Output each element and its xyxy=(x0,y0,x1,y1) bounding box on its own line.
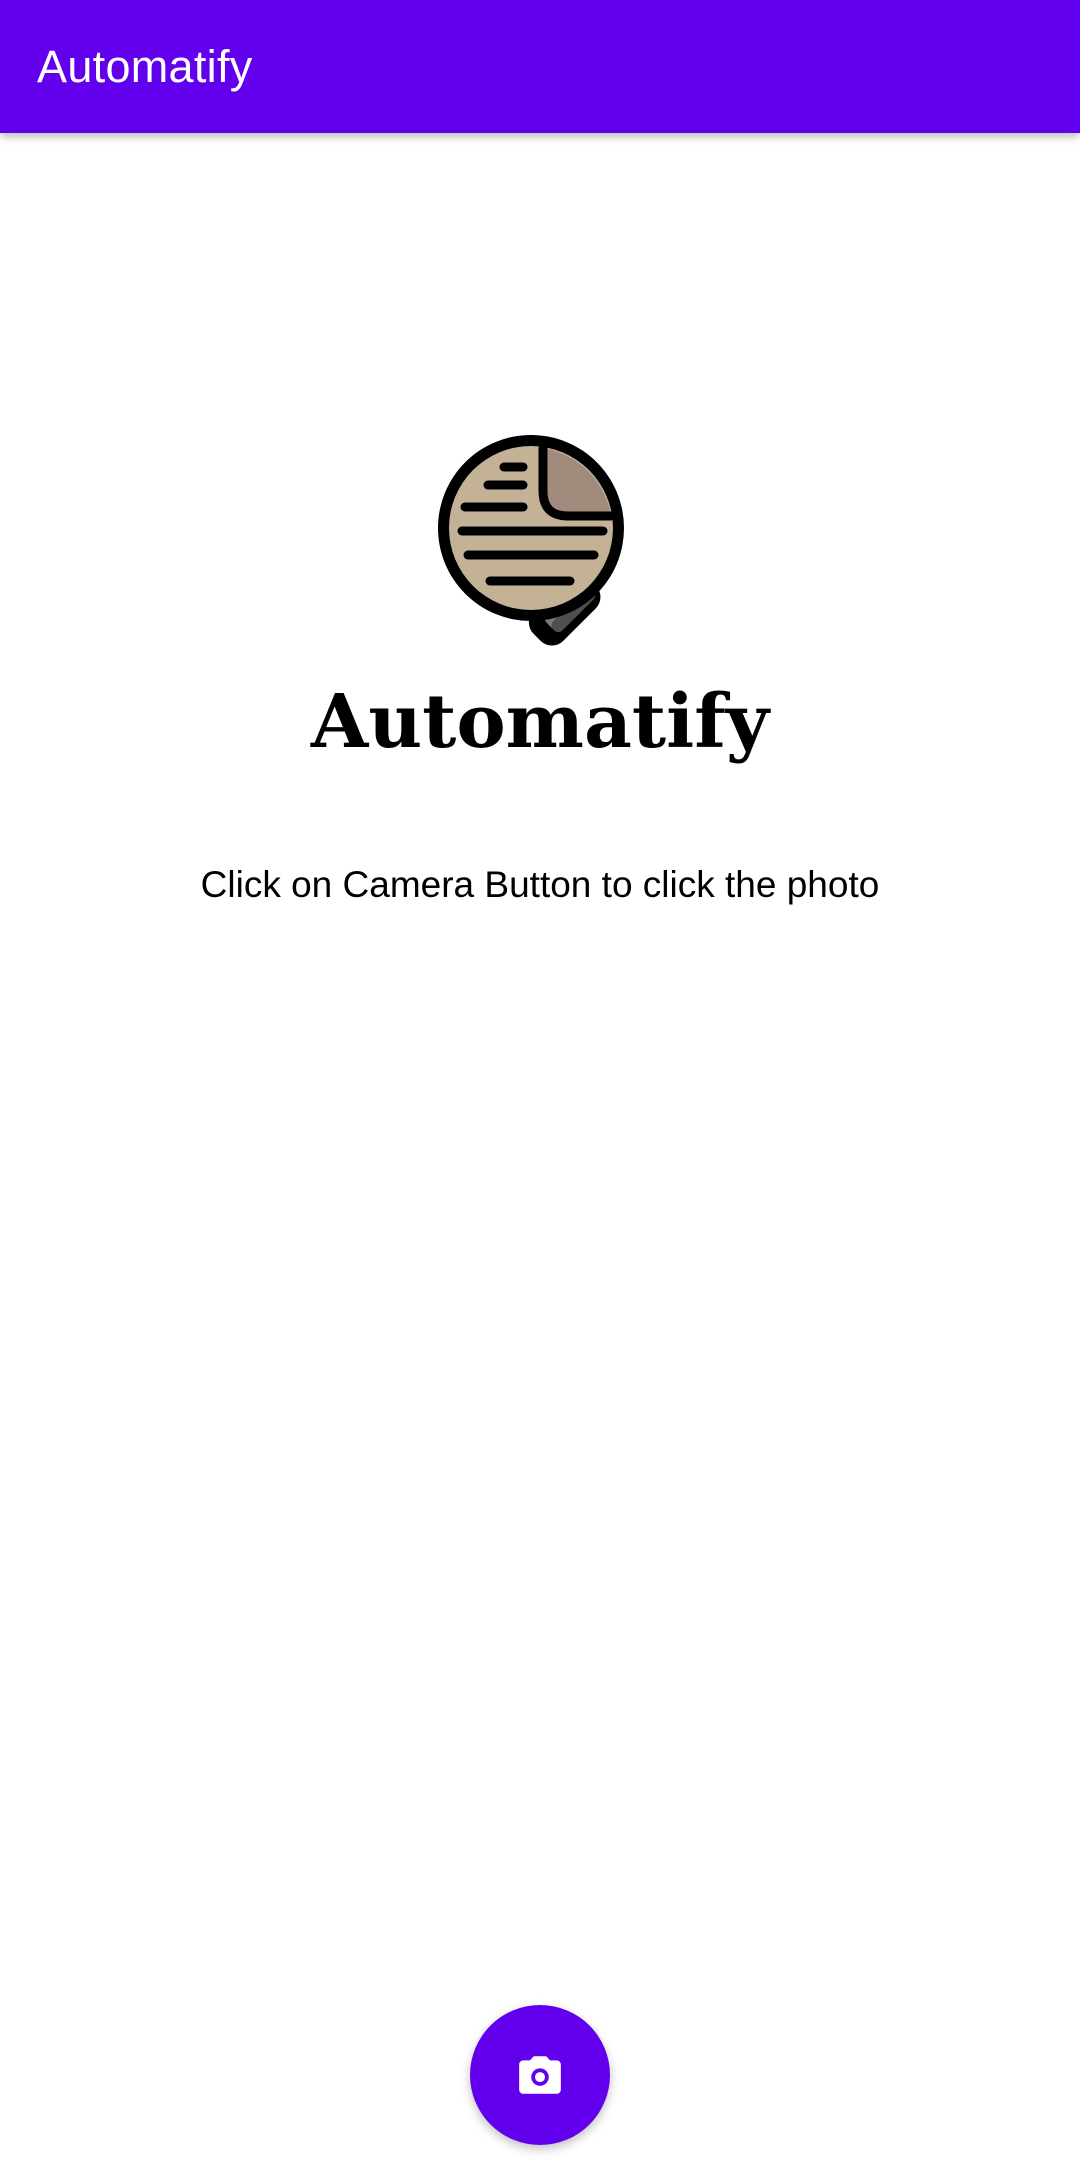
app-bar: Automatify xyxy=(0,0,1080,133)
app-bar-title: Automatify xyxy=(37,40,253,92)
brand-title: Automatify xyxy=(310,679,770,765)
document-magnifier-icon xyxy=(438,435,654,651)
camera-button[interactable] xyxy=(470,2005,610,2145)
instruction-text: Click on Camera Button to click the phot… xyxy=(200,864,880,905)
camera-icon xyxy=(519,2056,561,2094)
